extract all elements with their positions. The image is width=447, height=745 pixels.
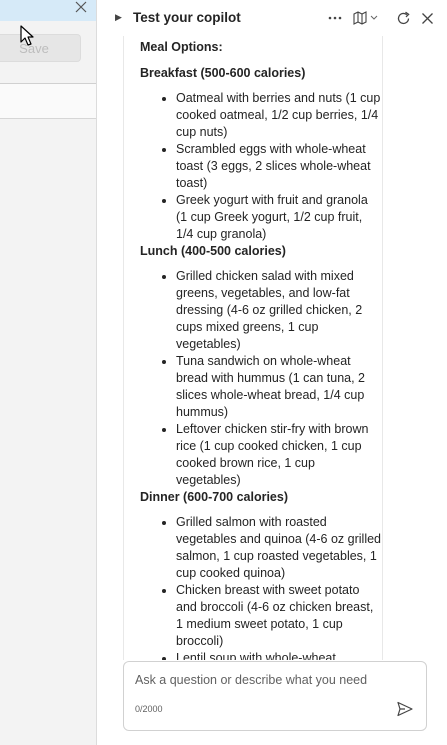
panel-title: Test your copilot [133,10,241,25]
chat-input-box[interactable]: Ask a question or describe what you need… [123,661,427,731]
mouse-cursor-icon [20,25,36,47]
dinner-list: Grilled salmon with roasted vegetables a… [140,514,382,660]
character-counter: 0/2000 [135,704,163,714]
refresh-icon[interactable] [394,9,412,27]
notification-bar [0,0,96,21]
chat-transcript[interactable]: Meal Options: Breakfast (500-600 calorie… [123,36,383,660]
chat-input[interactable]: Ask a question or describe what you need [135,673,367,687]
more-icon[interactable] [326,9,344,27]
close-icon[interactable] [74,1,88,15]
map-icon[interactable] [353,9,379,27]
list-item: Grilled salmon with roasted vegetables a… [176,514,382,582]
list-item: Greek yogurt with fruit and granola (1 c… [176,192,382,243]
save-button[interactable]: Save [0,34,81,62]
copilot-header: ▶ Test your copilot [97,0,447,36]
list-item: Lentil soup with whole-wheat [176,650,382,660]
send-icon[interactable] [396,700,414,718]
background-row [0,84,96,119]
section-heading-dinner: Dinner (600-700 calories) [140,490,288,504]
message-heading: Meal Options: [140,40,223,54]
section-heading-breakfast: Breakfast (500-600 calories) [140,66,306,80]
list-item: Tuna sandwich on whole-wheat bread with … [176,353,382,421]
section-heading-lunch: Lunch (400-500 calories) [140,244,286,258]
close-icon[interactable] [418,9,436,27]
copilot-panel: ▶ Test your copilot Meal Options: Breakf… [97,0,447,745]
list-item: Oatmeal with berries and nuts (1 cup coo… [176,90,382,141]
list-item: Scrambled eggs with whole-wheat toast (3… [176,141,382,192]
bot-message: Meal Options: Breakfast (500-600 calorie… [124,39,382,660]
list-item: Grilled chicken salad with mixed greens,… [176,268,382,353]
breakfast-list: Oatmeal with berries and nuts (1 cup coo… [140,90,382,243]
lunch-list: Grilled chicken salad with mixed greens,… [140,268,382,489]
list-item: Chicken breast with sweet potato and bro… [176,582,382,650]
background-panel: Save [0,0,97,745]
list-item: Leftover chicken stir-fry with brown ric… [176,421,382,489]
collapse-caret-icon[interactable]: ▶ [115,12,122,23]
